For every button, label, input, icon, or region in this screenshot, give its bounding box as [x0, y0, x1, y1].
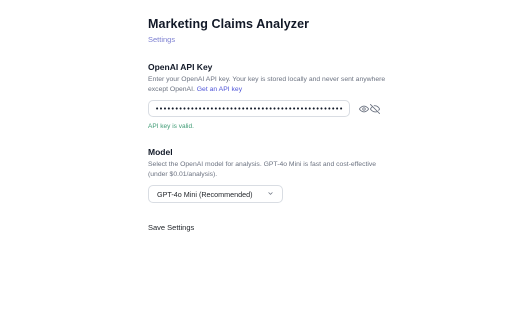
eye-off-icon[interactable] — [369, 103, 380, 114]
page-title: Marketing Claims Analyzer — [148, 17, 310, 31]
settings-link[interactable]: Settings — [148, 35, 175, 44]
model-heading: Model — [148, 147, 173, 157]
api-key-status: API key is valid. — [148, 123, 194, 130]
save-settings-button[interactable]: Save Settings — [148, 223, 194, 232]
model-description: Select the OpenAI model for analysis. GP… — [148, 161, 377, 178]
model-select[interactable]: GPT-4o Mini (Recommended) — [148, 185, 283, 203]
chevron-down-icon — [267, 190, 274, 199]
model-select-value: GPT-4o Mini (Recommended) — [157, 189, 253, 199]
get-api-key-link[interactable]: Get an API key — [197, 86, 242, 93]
api-key-heading: OpenAI API Key — [148, 62, 213, 72]
api-key-description-text: Enter your OpenAI API key. Your key is s… — [148, 76, 386, 93]
api-key-description: Enter your OpenAI API key. Your key is s… — [148, 75, 388, 94]
eye-icon[interactable] — [358, 103, 369, 114]
api-key-input[interactable] — [148, 100, 350, 117]
